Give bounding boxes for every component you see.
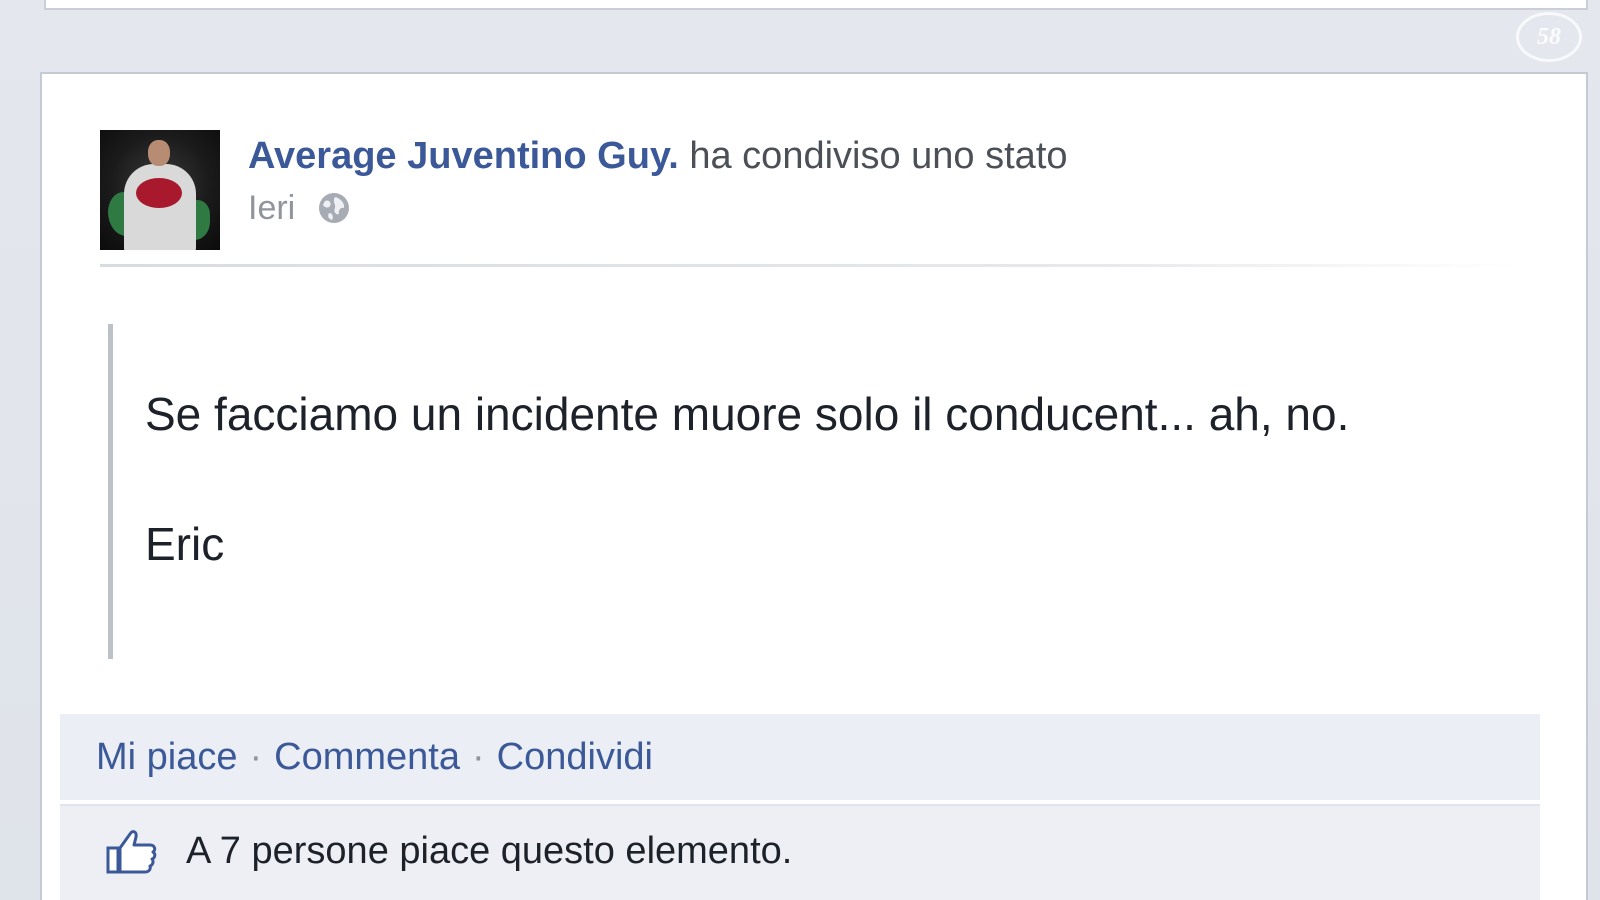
channel-watermark-logo: 58 (1516, 12, 1582, 62)
post-action-text: ha condiviso uno stato (689, 135, 1068, 177)
header-divider (100, 264, 1520, 267)
likes-count-text[interactable]: A 7 persone piace questo elemento. (186, 826, 792, 876)
action-separator: · (472, 735, 485, 778)
avatar-shirt-logo (136, 178, 182, 208)
comment-link[interactable]: Commenta (274, 736, 460, 779)
status-text: Se facciamo un incidente muore solo il c… (145, 388, 1350, 440)
watermark-text: 58 (1537, 23, 1561, 50)
post-actions-bar: Mi piace · Commenta · Condividi (60, 714, 1540, 800)
author-name-link[interactable]: Average Juventino Guy. (248, 135, 679, 177)
page: 58 Average Juventino Guy. ha condiviso u… (0, 0, 1600, 900)
like-link[interactable]: Mi piace (96, 736, 238, 779)
post-card: Average Juventino Guy. ha condiviso uno … (40, 72, 1588, 900)
likes-summary: A 7 persone piace questo elemento. (60, 804, 1540, 900)
share-link[interactable]: Condividi (497, 736, 653, 779)
avatar-head (148, 140, 170, 166)
status-signature: Eric (145, 518, 225, 570)
post-header: Average Juventino Guy. ha condiviso uno … (248, 132, 1068, 180)
action-separator: · (249, 735, 263, 778)
shared-status-quote: Se facciamo un incidente muore solo il c… (108, 324, 1508, 659)
previous-post-card (44, 0, 1588, 10)
thumbs-up-icon (106, 830, 157, 874)
globe-icon[interactable] (317, 191, 351, 225)
author-avatar[interactable] (100, 130, 220, 250)
post-timestamp[interactable]: Ieri (248, 186, 295, 230)
post-meta: Ieri (248, 186, 351, 230)
